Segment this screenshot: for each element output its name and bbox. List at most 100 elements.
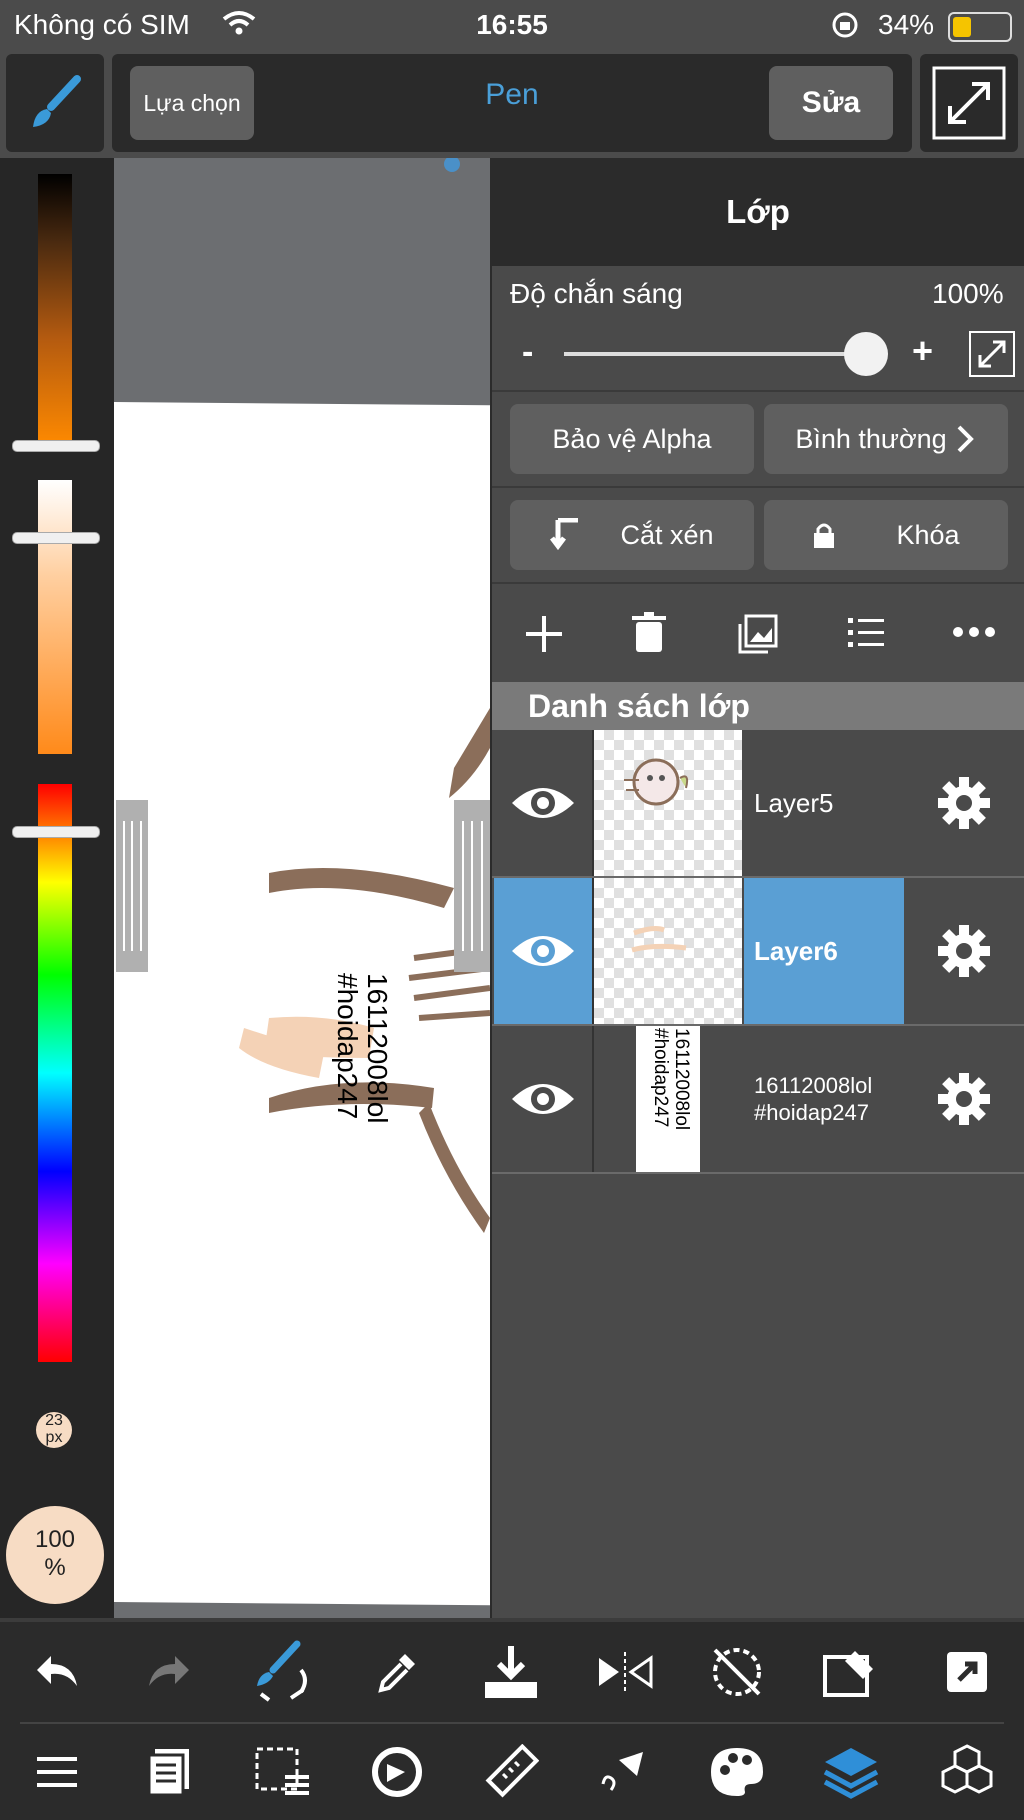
layers-button[interactable] <box>806 1732 896 1812</box>
saturation-slider-handle[interactable] <box>12 532 100 544</box>
menu-button[interactable] <box>12 1732 102 1812</box>
color-palette-button[interactable] <box>692 1732 782 1812</box>
layer-name: Layer5 <box>754 787 834 818</box>
fill-button[interactable] <box>580 1732 670 1812</box>
clock: 16:55 <box>476 9 548 40</box>
layer-row[interactable]: 16112008lol #hoidap247 16112008lol #hoid… <box>492 1026 1024 1174</box>
lock-icon <box>814 523 835 548</box>
eye-icon <box>512 1084 574 1114</box>
edit-button[interactable]: Sửa <box>769 66 893 140</box>
hamburger-icon <box>37 1757 77 1787</box>
selection-tool-button[interactable] <box>238 1732 328 1812</box>
layer-thumbnail <box>594 730 742 876</box>
undo-icon <box>37 1656 77 1686</box>
tool-header: Lựa chọn Pen Sửa <box>112 54 912 152</box>
eye-icon <box>512 936 574 966</box>
brush-opacity-indicator[interactable]: 100 % <box>6 1506 104 1604</box>
gear-icon <box>938 777 990 829</box>
bottom-toolbar <box>0 1618 1024 1820</box>
drawing-canvas[interactable]: 16112008lol #hoidap247 <box>114 158 490 1618</box>
visibility-toggle[interactable] <box>494 730 594 876</box>
transform-button[interactable] <box>352 1732 442 1812</box>
brush-transform-button[interactable] <box>238 1632 328 1712</box>
saturation-slider-track[interactable] <box>38 480 72 754</box>
fullscreen-button[interactable] <box>920 54 1018 152</box>
edit-canvas-icon <box>823 1651 873 1697</box>
canvas-text: 16112008lol #hoidap247 <box>332 973 394 1153</box>
brightness-slider-track[interactable] <box>38 174 72 446</box>
palette-icon <box>711 1748 763 1796</box>
color-sidebar: 23 px 100 % <box>0 158 114 1618</box>
expand-icon[interactable] <box>968 330 1016 378</box>
thumbnail-text-line1: 16112008lol <box>671 1028 692 1131</box>
add-layer-icon[interactable] <box>524 614 564 654</box>
layer-name: Layer6 <box>744 878 904 1024</box>
canvas-edit-button[interactable] <box>806 1632 896 1712</box>
thumbnail-text-line2: #hoidap247 <box>650 1028 671 1128</box>
opacity-increase-button[interactable]: + <box>912 330 933 372</box>
layer-list-header: Danh sách lớp <box>492 682 1024 730</box>
clip-arrow-icon <box>550 518 579 551</box>
opacity-decrease-button[interactable]: - <box>522 333 533 372</box>
visibility-toggle[interactable] <box>494 1026 594 1172</box>
pages-button[interactable] <box>124 1732 214 1812</box>
gear-icon <box>938 1073 990 1125</box>
clipping-button[interactable]: Cắt xén <box>510 500 754 570</box>
ruler-button[interactable] <box>466 1732 556 1812</box>
alpha-protect-button[interactable]: Bảo vệ Alpha <box>510 404 754 474</box>
canvas-left-handle[interactable] <box>116 800 148 972</box>
canvas-right-handle[interactable] <box>454 800 490 972</box>
eyedropper-button[interactable] <box>352 1632 442 1712</box>
brush-icon <box>33 75 81 127</box>
top-toolbar: Lựa chọn Pen Sửa <box>0 50 1024 158</box>
brush-tool-button[interactable] <box>6 54 104 152</box>
brush-opacity-value: 100 <box>34 1526 76 1553</box>
visibility-toggle[interactable] <box>494 878 594 1024</box>
layer-settings-button[interactable] <box>904 878 1024 1024</box>
lock-button[interactable]: Khóa <box>764 500 1008 570</box>
share-icon <box>947 1652 987 1692</box>
battery-icon <box>948 12 1012 42</box>
flip-button[interactable] <box>580 1632 670 1712</box>
image-layer-icon[interactable] <box>738 614 778 654</box>
brush-rotate-icon <box>257 1640 307 1702</box>
share-button[interactable] <box>922 1632 1012 1712</box>
opacity-slider-knob[interactable] <box>844 332 888 376</box>
rotate-lock-button[interactable] <box>692 1632 782 1712</box>
layer-settings-button[interactable] <box>904 730 1024 876</box>
redo-button[interactable] <box>124 1632 214 1712</box>
transform-icon <box>372 1747 422 1797</box>
brush-size-value: 23 <box>45 1412 63 1429</box>
selection-button[interactable]: Lựa chọn <box>130 66 254 140</box>
hue-slider-track[interactable] <box>38 784 72 1362</box>
fill-icon <box>601 1752 643 1791</box>
gear-icon <box>938 925 990 977</box>
redo-icon <box>149 1656 189 1686</box>
opacity-value: 100% <box>932 278 1004 309</box>
brightness-slider-handle[interactable] <box>12 440 100 452</box>
canvas-text-line2: #hoidap247 <box>332 973 363 1120</box>
layer-row-selected[interactable]: Layer6 <box>492 878 1024 1026</box>
layer-settings-button[interactable] <box>904 1026 1024 1172</box>
lock-label: Khóa <box>896 519 960 550</box>
layer-panel: Lớp Độ chắn sáng 100% - + Bảo vệ Alpha B… <box>492 158 1024 1618</box>
expand-icon <box>932 66 1006 140</box>
list-icon[interactable] <box>848 616 884 650</box>
materials-button[interactable] <box>922 1732 1012 1812</box>
trash-icon[interactable] <box>632 612 666 654</box>
import-button[interactable] <box>466 1632 556 1712</box>
more-options-icon[interactable] <box>952 626 996 638</box>
rotation-lock-icon <box>832 12 858 38</box>
undo-button[interactable] <box>12 1632 102 1712</box>
layer-row[interactable]: Layer5 <box>492 730 1024 878</box>
current-tool-name: Pen <box>485 78 539 111</box>
chevron-right-icon <box>957 425 974 453</box>
hue-slider-handle[interactable] <box>12 826 100 838</box>
opacity-slider-track[interactable] <box>564 352 876 356</box>
blend-mode-button[interactable]: Bình thường <box>764 404 1008 474</box>
ruler-icon <box>485 1744 539 1798</box>
layer-name: 16112008lol #hoidap247 <box>744 1026 904 1172</box>
layer-name-line2: #hoidap247 <box>754 1100 870 1125</box>
layer-thumbnail <box>594 878 742 1024</box>
brush-size-indicator[interactable]: 23 px <box>36 1412 72 1448</box>
